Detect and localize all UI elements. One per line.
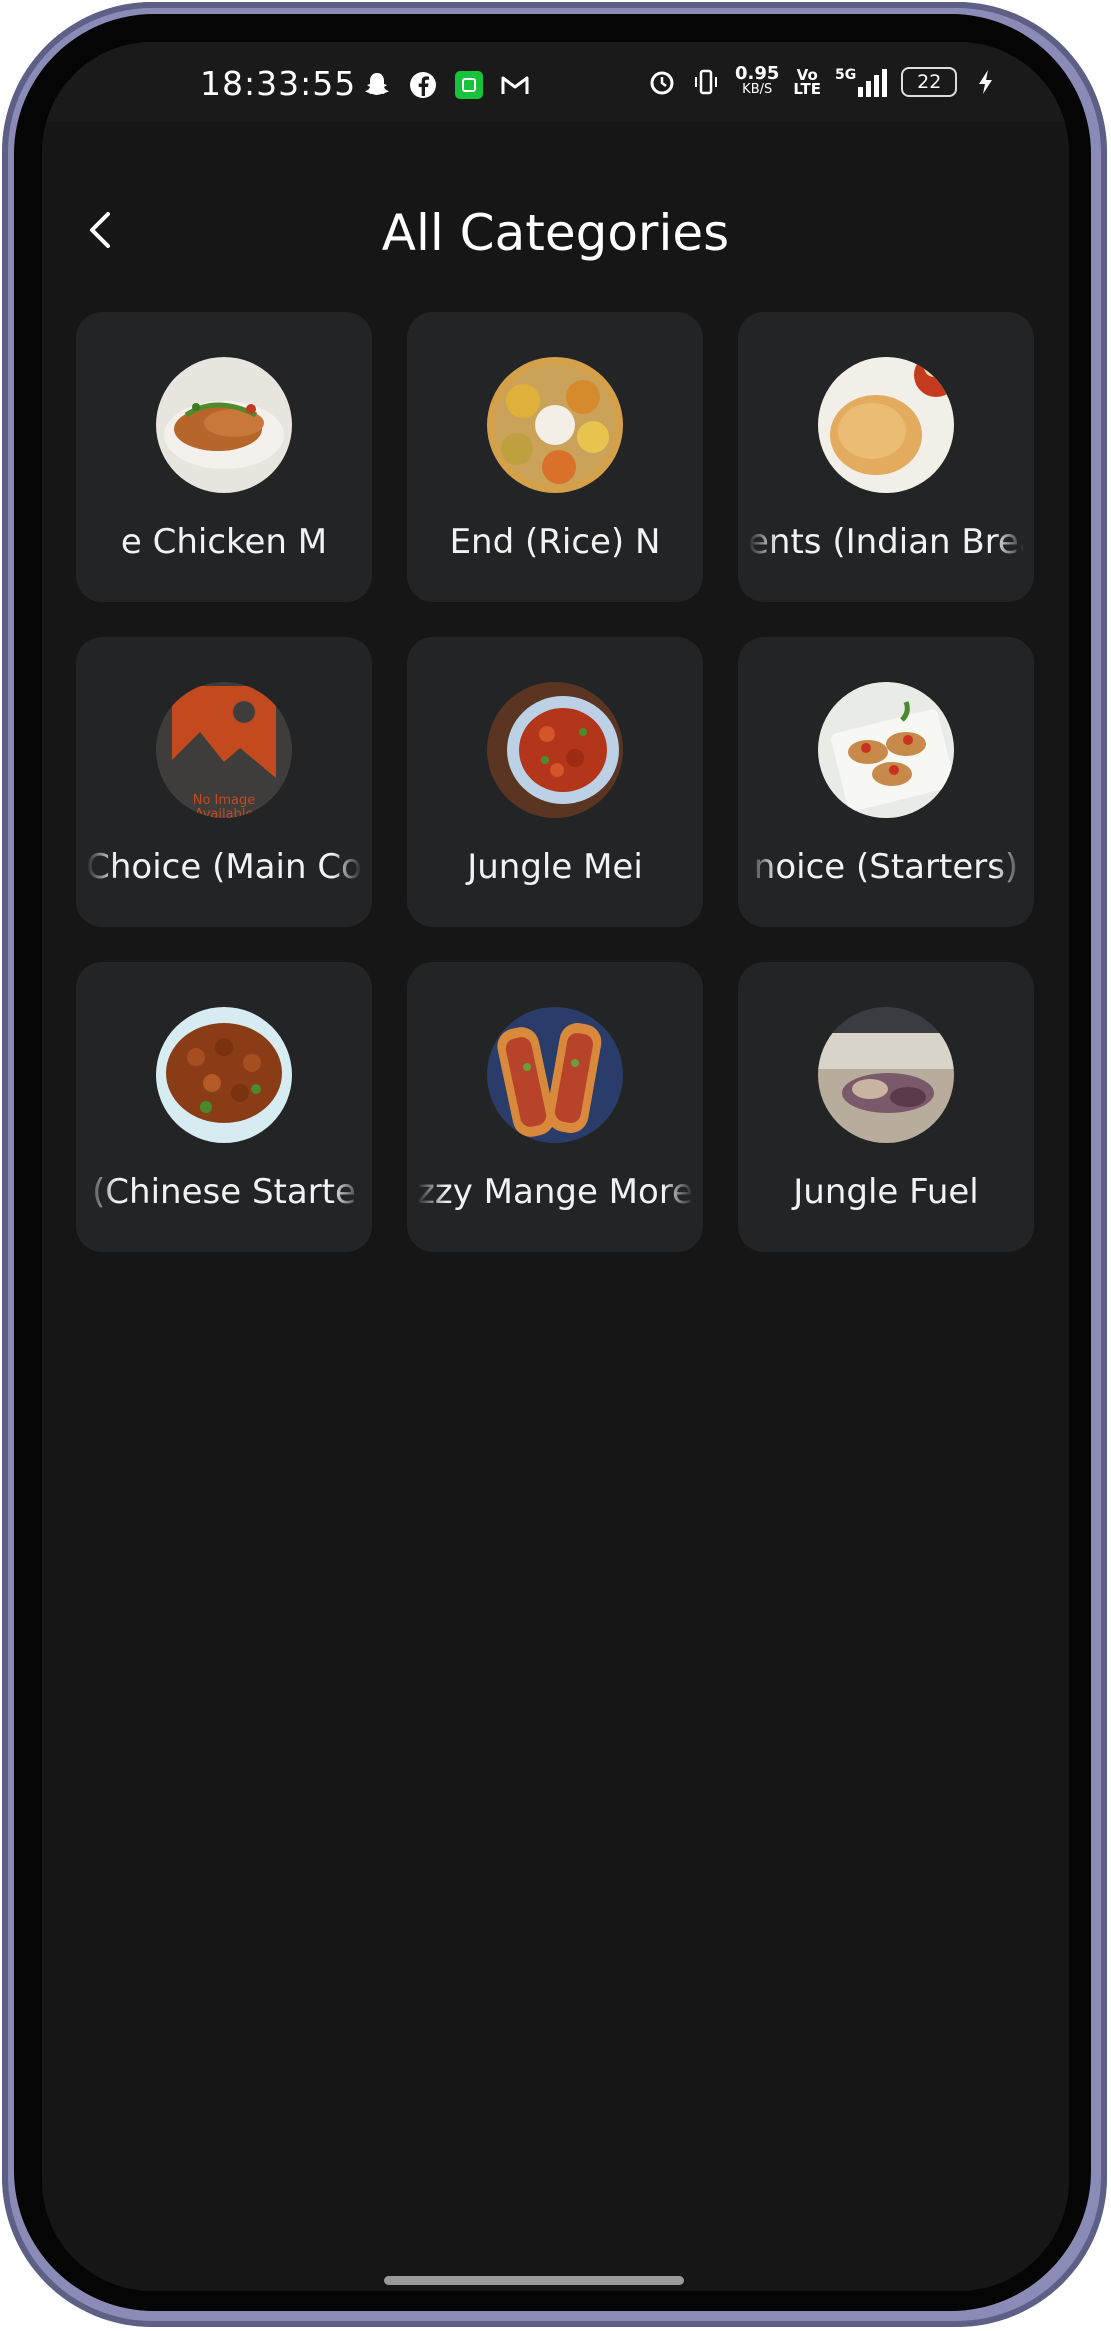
category-thumbnail <box>156 357 292 493</box>
category-label: (Chinese Starte <box>86 1172 362 1216</box>
screen: 18:33:55 0.95 KB/S Vo LTE 5G 22 All Cate… <box>42 42 1069 2291</box>
app-green-icon <box>454 70 484 100</box>
page-header: All Categories <box>42 192 1069 272</box>
category-card[interactable]: noice (Starters) <box>738 637 1034 927</box>
category-card[interactable]: End (Rice) N <box>407 312 703 602</box>
category-label: noice (Starters) <box>748 847 1024 891</box>
category-thumbnail <box>487 682 623 818</box>
page-title: All Categories <box>381 204 730 262</box>
battery-icon: 22 <box>901 67 958 97</box>
category-label: Jungle Fuel <box>748 1172 1024 1216</box>
category-label: ents (Indian Brea <box>748 522 1024 566</box>
category-card[interactable]: zzy Mange More <box>407 962 703 1252</box>
net-speed: 0.95 KB/S <box>735 63 780 98</box>
volte-indicator: Vo LTE <box>793 66 821 98</box>
category-label: Choice (Main Co <box>86 847 362 891</box>
status-bar: 18:33:55 0.95 KB/S Vo LTE 5G 22 <box>42 42 1069 122</box>
status-time: 18:33:55 <box>200 64 357 103</box>
category-card[interactable]: Jungle Fuel <box>738 962 1034 1252</box>
category-label: zzy Mange More <box>417 1172 693 1216</box>
signal-bars-icon <box>858 67 888 97</box>
category-thumbnail <box>156 1007 292 1143</box>
alarm-icon <box>647 67 677 97</box>
svg-text:No Image: No Image <box>193 793 256 808</box>
category-card[interactable]: Jungle Mei <box>407 637 703 927</box>
category-thumbnail <box>818 682 954 818</box>
category-card[interactable]: No Image Available Choice (Main Co <box>76 637 372 927</box>
facebook-icon <box>408 70 438 100</box>
category-thumbnail <box>818 1007 954 1143</box>
category-label: Jungle Mei <box>417 847 693 891</box>
category-thumbnail <box>818 357 954 493</box>
category-label: End (Rice) N <box>417 522 693 566</box>
category-thumbnail <box>487 1007 623 1143</box>
category-label: e Chicken M <box>86 522 362 566</box>
signal-indicator: 5G <box>835 67 888 97</box>
category-thumbnail <box>487 357 623 493</box>
snapchat-icon <box>362 70 392 100</box>
home-indicator[interactable] <box>384 2276 684 2285</box>
category-thumbnail: No Image Available <box>156 682 292 818</box>
category-card[interactable]: (Chinese Starte <box>76 962 372 1252</box>
category-card[interactable]: ents (Indian Brea <box>738 312 1034 602</box>
categories-grid: e Chicken M End (Rice) N ents (Indian Br… <box>76 312 1034 1252</box>
category-card[interactable]: e Chicken M <box>76 312 372 602</box>
gmail-icon <box>500 70 530 100</box>
svg-text:Available: Available <box>195 807 254 818</box>
vibrate-icon <box>691 67 721 97</box>
charging-icon <box>971 67 1001 97</box>
